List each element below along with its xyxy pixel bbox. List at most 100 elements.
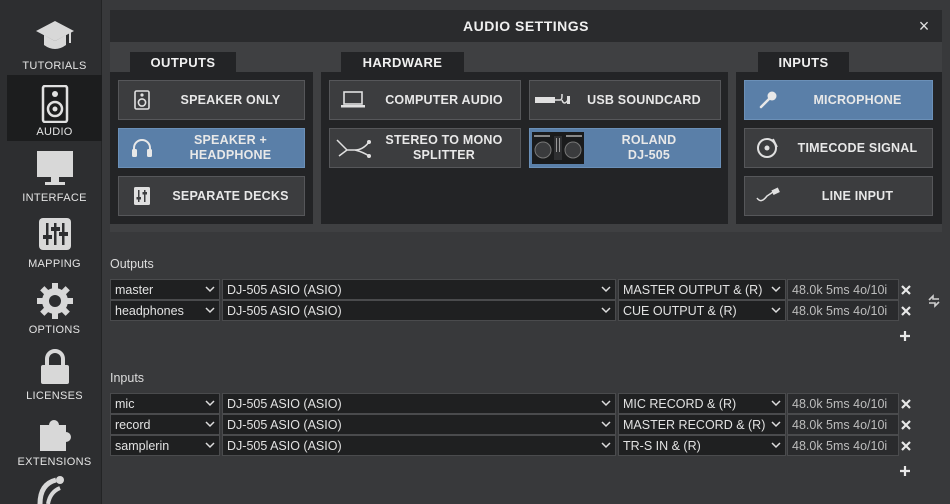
- output-name-select[interactable]: master: [110, 279, 220, 300]
- lock-icon: [40, 349, 69, 384]
- inputs-section-title: Inputs: [110, 371, 145, 385]
- microphone-button[interactable]: MICROPHONE: [744, 80, 933, 120]
- roland-dj505-button[interactable]: ROLAND DJ-505: [529, 128, 721, 168]
- select-value: MASTER RECORD & (R): [623, 417, 766, 432]
- remove-output-headphones-button[interactable]: [900, 305, 912, 317]
- sidebar-item-label: TUTORIALS: [22, 60, 87, 72]
- sidebar-item-label: OPTIONS: [28, 324, 81, 336]
- speaker-headphone-button[interactable]: SPEAKER + HEADPHONE: [118, 128, 305, 168]
- chevron-down-icon: [601, 286, 611, 293]
- outputs-section-title: Outputs: [110, 257, 154, 271]
- sliders-icon: [38, 218, 71, 250]
- sidebar-item-interface[interactable]: INTERFACE: [7, 141, 102, 207]
- button-label-line-1: STEREO TO MONO: [385, 133, 503, 147]
- remove-input-record-button[interactable]: [900, 419, 912, 431]
- speaker-icon: [41, 85, 68, 123]
- add-output-button[interactable]: [899, 330, 911, 342]
- panel-header: AUDIO SETTINGS ×: [110, 10, 942, 42]
- sidebar-item-label: LICENSES: [26, 390, 83, 402]
- chevron-down-icon: [601, 421, 611, 428]
- remove-input-mic-button[interactable]: [900, 398, 912, 410]
- select-value: DJ-505 ASIO (ASIO): [227, 417, 342, 432]
- sidebar-item-options[interactable]: OPTIONS: [7, 273, 102, 339]
- computer-audio-button[interactable]: COMPUTER AUDIO: [329, 80, 521, 120]
- hardware-group-label: HARDWARE: [341, 52, 464, 72]
- select-value: MIC RECORD & (R): [623, 396, 737, 411]
- select-value: record: [115, 417, 151, 432]
- chevron-down-icon: [601, 400, 611, 407]
- select-value: mic: [115, 396, 135, 411]
- puzzle-icon: [39, 419, 71, 451]
- remove-input-samplerin-button[interactable]: [900, 440, 912, 452]
- stereo-to-mono-splitter-button[interactable]: STEREO TO MONO SPLITTER: [329, 128, 521, 168]
- button-label: SPEAKER + HEADPHONE: [165, 133, 304, 163]
- inputs-group-label: INPUTS: [758, 52, 849, 72]
- button-label-line-2: DJ-505: [627, 148, 671, 162]
- sidebar-item-label: AUDIO: [36, 126, 73, 138]
- output-device-select[interactable]: DJ-505 ASIO (ASIO): [222, 300, 616, 321]
- sidebar-item-tutorials[interactable]: TUTORIALS: [7, 9, 102, 75]
- input-device-select[interactable]: DJ-505 ASIO (ASIO): [222, 435, 616, 456]
- input-info: 48.0k 5ms 4o/10i: [787, 435, 899, 456]
- input-name-select[interactable]: record: [110, 414, 220, 435]
- button-label-line-2: SPLITTER: [412, 148, 476, 162]
- chevron-down-icon: [601, 307, 611, 314]
- sidebar-item-label: EXTENSIONS: [17, 456, 92, 468]
- usb-soundcard-button[interactable]: USB SOUNDCARD: [529, 80, 721, 120]
- button-label: SEPARATE DECKS: [172, 188, 289, 203]
- sidebar-item-extensions[interactable]: EXTENSIONS: [7, 405, 102, 471]
- output-info: 48.0k 5ms 4o/10i: [787, 279, 899, 300]
- sidebar-item-mapping[interactable]: MAPPING: [7, 207, 102, 273]
- button-label: SPEAKER ONLY: [180, 92, 281, 107]
- satellite-dish-icon: [37, 476, 64, 504]
- output-channel-select[interactable]: CUE OUTPUT & (R): [618, 300, 786, 321]
- close-button[interactable]: ×: [914, 16, 934, 36]
- input-channel-select[interactable]: MIC RECORD & (R): [618, 393, 786, 414]
- output-device-select[interactable]: DJ-505 ASIO (ASIO): [222, 279, 616, 300]
- chevron-down-icon: [205, 442, 215, 449]
- swap-icon[interactable]: [927, 294, 941, 308]
- sidebar-item-audio[interactable]: AUDIO: [7, 75, 102, 141]
- chevron-down-icon: [771, 442, 781, 449]
- chevron-down-icon: [601, 442, 611, 449]
- dj-controller-icon: [532, 132, 584, 164]
- input-info: 48.0k 5ms 4o/10i: [787, 414, 899, 435]
- button-label: MICROPHONE: [813, 92, 902, 107]
- select-value: MASTER OUTPUT & (R): [623, 282, 763, 297]
- remove-output-master-button[interactable]: [900, 284, 912, 296]
- input-channel-select[interactable]: TR-S IN & (R): [618, 435, 786, 456]
- output-name-select[interactable]: headphones: [110, 300, 220, 321]
- select-value: DJ-505 ASIO (ASIO): [227, 303, 342, 318]
- timecode-signal-button[interactable]: TIMECODE SIGNAL: [744, 128, 933, 168]
- input-channel-select[interactable]: MASTER RECORD & (R): [618, 414, 786, 435]
- button-label: LINE INPUT: [821, 188, 894, 203]
- chevron-down-icon: [771, 421, 781, 428]
- microphone-icon: [759, 91, 777, 109]
- input-info: 48.0k 5ms 4o/10i: [787, 393, 899, 414]
- chevron-down-icon: [771, 286, 781, 293]
- usb-soundcard-icon: [535, 94, 570, 104]
- sidebar-item-label: MAPPING: [28, 258, 81, 270]
- line-input-button[interactable]: LINE INPUT: [744, 176, 933, 216]
- button-label-line-1: SPEAKER +: [193, 133, 267, 147]
- input-device-select[interactable]: DJ-505 ASIO (ASIO): [222, 393, 616, 414]
- button-label: TIMECODE SIGNAL: [797, 140, 918, 155]
- speaker-only-button[interactable]: SPEAKER ONLY: [118, 80, 305, 120]
- select-value: headphones: [115, 303, 184, 318]
- input-device-select[interactable]: DJ-505 ASIO (ASIO): [222, 414, 616, 435]
- separate-decks-button[interactable]: SEPARATE DECKS: [118, 176, 305, 216]
- button-label: STEREO TO MONO SPLITTER: [376, 133, 520, 163]
- button-label: ROLAND DJ-505: [586, 133, 720, 163]
- sidebar: TUTORIALS AUDIO INTERFACE MAPPING OPTION…: [0, 0, 102, 504]
- add-input-button[interactable]: [899, 465, 911, 477]
- sidebar-item-licenses[interactable]: LICENSES: [7, 339, 102, 405]
- outputs-group-label: OUTPUTS: [130, 52, 236, 72]
- select-value: DJ-505 ASIO (ASIO): [227, 282, 342, 297]
- button-label: USB SOUNDCARD: [587, 92, 701, 107]
- input-name-select[interactable]: mic: [110, 393, 220, 414]
- output-channel-select[interactable]: MASTER OUTPUT & (R): [618, 279, 786, 300]
- gear-icon: [36, 283, 73, 319]
- button-label: COMPUTER AUDIO: [385, 92, 503, 107]
- input-name-select[interactable]: samplerin: [110, 435, 220, 456]
- chevron-down-icon: [205, 307, 215, 314]
